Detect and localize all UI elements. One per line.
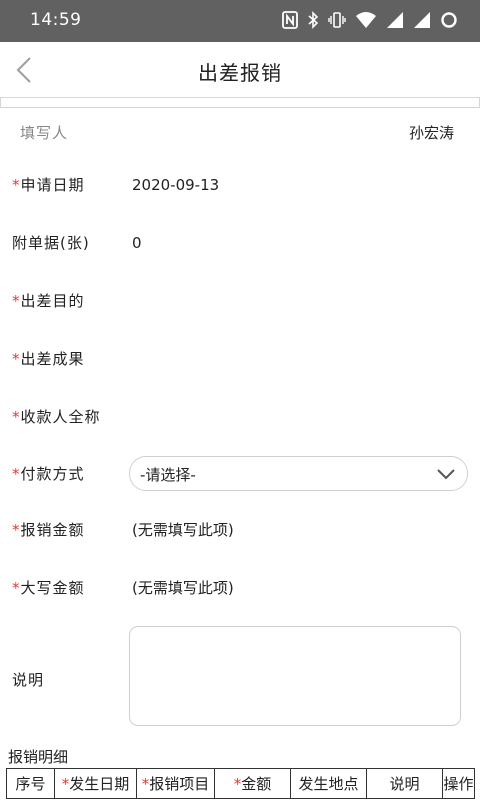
wifi-icon bbox=[355, 11, 377, 29]
filler-label: 填写人 bbox=[20, 124, 69, 142]
header-separator bbox=[0, 98, 480, 108]
status-time: 14:59 bbox=[30, 10, 82, 30]
nfc-icon bbox=[282, 11, 298, 29]
required-mark: * bbox=[12, 350, 21, 368]
column-header: 发生地点 bbox=[290, 768, 367, 799]
details-table: 序号 *发生日期 *报销项目 *金额 发生地点 说明 操作 bbox=[6, 768, 475, 799]
column-header: *报销项目 bbox=[136, 768, 215, 799]
details-header-row: 序号 *发生日期 *报销项目 *金额 发生地点 说明 操作 bbox=[6, 768, 475, 799]
column-header: *发生日期 bbox=[54, 768, 137, 799]
amount-uppercase-value: (无需填写此项) bbox=[132, 579, 234, 597]
chevron-down-icon bbox=[437, 469, 455, 480]
payment-method-label: *付款方式 bbox=[12, 465, 85, 483]
required-mark: * bbox=[12, 465, 21, 483]
reimburse-amount-label: *报销金额 bbox=[12, 521, 85, 539]
required-mark: * bbox=[12, 521, 21, 539]
apply-date-value[interactable]: 2020-09-13 bbox=[132, 176, 219, 194]
filler-value: 孙宏涛 bbox=[408, 124, 454, 142]
required-mark: * bbox=[12, 292, 21, 310]
attachments-label: 附单据(张) bbox=[12, 234, 90, 252]
purpose-label: *出差目的 bbox=[12, 292, 85, 310]
details-title: 报销明细 bbox=[8, 748, 69, 766]
column-header: 说明 bbox=[366, 768, 443, 799]
column-header: 序号 bbox=[6, 768, 55, 799]
amount-uppercase-label: *大写金额 bbox=[12, 579, 85, 597]
nav-bar: 出差报销 bbox=[0, 42, 480, 98]
payee-label: *收款人全称 bbox=[12, 408, 101, 426]
signal-icon bbox=[386, 11, 404, 29]
loading-icon bbox=[440, 11, 458, 29]
apply-date-label: *申请日期 bbox=[12, 176, 85, 194]
separator-edge-left bbox=[0, 98, 1, 108]
result-label: *出差成果 bbox=[12, 350, 85, 368]
signal-icon bbox=[413, 11, 431, 29]
status-icons bbox=[282, 11, 458, 29]
payment-method-select[interactable]: -请选择- bbox=[129, 456, 468, 491]
required-mark: * bbox=[12, 579, 21, 597]
bluetooth-icon bbox=[307, 11, 319, 29]
column-header: *金额 bbox=[214, 768, 291, 799]
note-textarea[interactable] bbox=[129, 626, 461, 726]
page-title: 出差报销 bbox=[198, 61, 282, 85]
required-mark: * bbox=[12, 176, 21, 194]
reimburse-amount-value: (无需填写此项) bbox=[132, 521, 234, 539]
attachments-value[interactable]: 0 bbox=[132, 234, 142, 252]
note-label: 说明 bbox=[12, 671, 45, 689]
payment-method-selected: -请选择- bbox=[140, 466, 196, 484]
column-header: 操作 bbox=[442, 768, 475, 799]
status-bar: 14:59 bbox=[0, 0, 480, 42]
required-mark: * bbox=[12, 408, 21, 426]
vibrate-icon bbox=[328, 11, 346, 29]
